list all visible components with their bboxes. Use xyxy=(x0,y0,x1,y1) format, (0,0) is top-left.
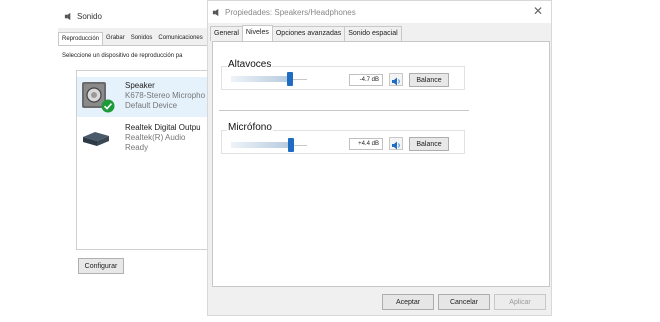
speakers-mute-button[interactable] xyxy=(389,73,403,86)
speakers-volume-slider[interactable] xyxy=(231,72,307,86)
properties-title: Propiedades: Speakers/Headphones xyxy=(225,7,356,17)
digital-output-icon xyxy=(83,132,109,146)
speakers-label: Altavoces xyxy=(227,59,273,70)
microphone-mute-button[interactable] xyxy=(389,137,403,150)
tab-comunicaciones[interactable]: Comunicaciones xyxy=(155,32,205,45)
tab-general[interactable]: General xyxy=(210,26,243,41)
slider-thumb[interactable] xyxy=(288,138,294,152)
properties-titlebar[interactable]: Propiedades: Speakers/Headphones xyxy=(208,1,551,23)
slider-thumb[interactable] xyxy=(287,72,293,86)
desktop: Sonido Reproducción Grabar Sonidos Comun… xyxy=(0,0,660,322)
tab-niveles[interactable]: Niveles xyxy=(241,25,273,41)
sound-dialog-tabs: Reproducción Grabar Sonidos Comunicacion… xyxy=(58,32,218,46)
microphone-balance-button[interactable]: Balance xyxy=(409,137,449,151)
default-check-icon xyxy=(101,99,115,113)
device-desc: Realtek(R) Audio xyxy=(125,133,186,142)
sound-dialog: Sonido Reproducción Grabar Sonidos Comun… xyxy=(58,4,219,298)
configure-button[interactable]: Configurar xyxy=(78,258,124,274)
slider-track-fill xyxy=(231,142,288,148)
device-desc: K678-Stereo Micropho xyxy=(125,91,206,100)
properties-tabs: General Niveles Opciones avanzadas Sonid… xyxy=(210,25,402,41)
speakers-db-value: -4.7 dB xyxy=(349,74,383,86)
cancel-button[interactable]: Cancelar xyxy=(438,294,490,310)
device-name: Realtek Digital Outpu xyxy=(125,123,201,132)
device-list: Speaker K678-Stereo Micropho Default Dev… xyxy=(76,70,219,250)
device-name: Speaker xyxy=(125,81,155,90)
speaker-icon xyxy=(64,12,71,20)
microphone-label: Micrófono xyxy=(227,122,273,133)
device-texts: Realtek Digital Outpu Realtek(R) Audio R… xyxy=(125,123,201,153)
tab-sonido-espacial[interactable]: Sonido espacial xyxy=(344,26,402,41)
accept-button[interactable]: Aceptar xyxy=(382,294,434,310)
slider-track-empty xyxy=(294,145,307,146)
device-status: Ready xyxy=(125,143,149,152)
speaker-mute-icon xyxy=(392,77,400,86)
sound-dialog-title: Sonido xyxy=(77,11,102,21)
tab-grabar[interactable]: Grabar xyxy=(103,32,128,45)
speaker-mute-icon xyxy=(392,141,400,150)
levels-panel: Altavoces -4.7 dB Balance Micrófono +4.4… xyxy=(212,41,550,287)
device-status: Default Device xyxy=(125,101,178,110)
section-divider xyxy=(219,110,469,111)
tab-reproduccion[interactable]: Reproducción xyxy=(58,32,104,45)
microphone-db-value: +4.4 dB xyxy=(349,138,383,150)
close-icon[interactable]: ✕ xyxy=(533,5,543,17)
speakers-balance-button[interactable]: Balance xyxy=(409,73,449,87)
device-item-digital[interactable]: Realtek Digital Outpu Realtek(R) Audio R… xyxy=(77,119,219,159)
speaker-icon xyxy=(212,8,219,16)
microphone-volume-slider[interactable] xyxy=(231,138,307,152)
device-hint: Seleccione un dispositivo de reproducció… xyxy=(62,53,183,59)
tab-opciones-avanzadas[interactable]: Opciones avanzadas xyxy=(271,26,346,41)
slider-track-fill xyxy=(231,76,287,82)
apply-button[interactable]: Aplicar xyxy=(494,294,546,310)
sound-dialog-titlebar[interactable]: Sonido xyxy=(58,4,218,28)
device-item-speaker[interactable]: Speaker K678-Stereo Micropho Default Dev… xyxy=(77,77,219,117)
properties-dialog: Propiedades: Speakers/Headphones ✕ Gener… xyxy=(207,0,552,316)
slider-track-empty xyxy=(293,79,307,80)
device-texts: Speaker K678-Stereo Micropho Default Dev… xyxy=(125,81,205,111)
sound-dialog-panel: Seleccione un dispositivo de reproducció… xyxy=(58,46,219,298)
tab-sonidos[interactable]: Sonidos xyxy=(128,32,156,45)
